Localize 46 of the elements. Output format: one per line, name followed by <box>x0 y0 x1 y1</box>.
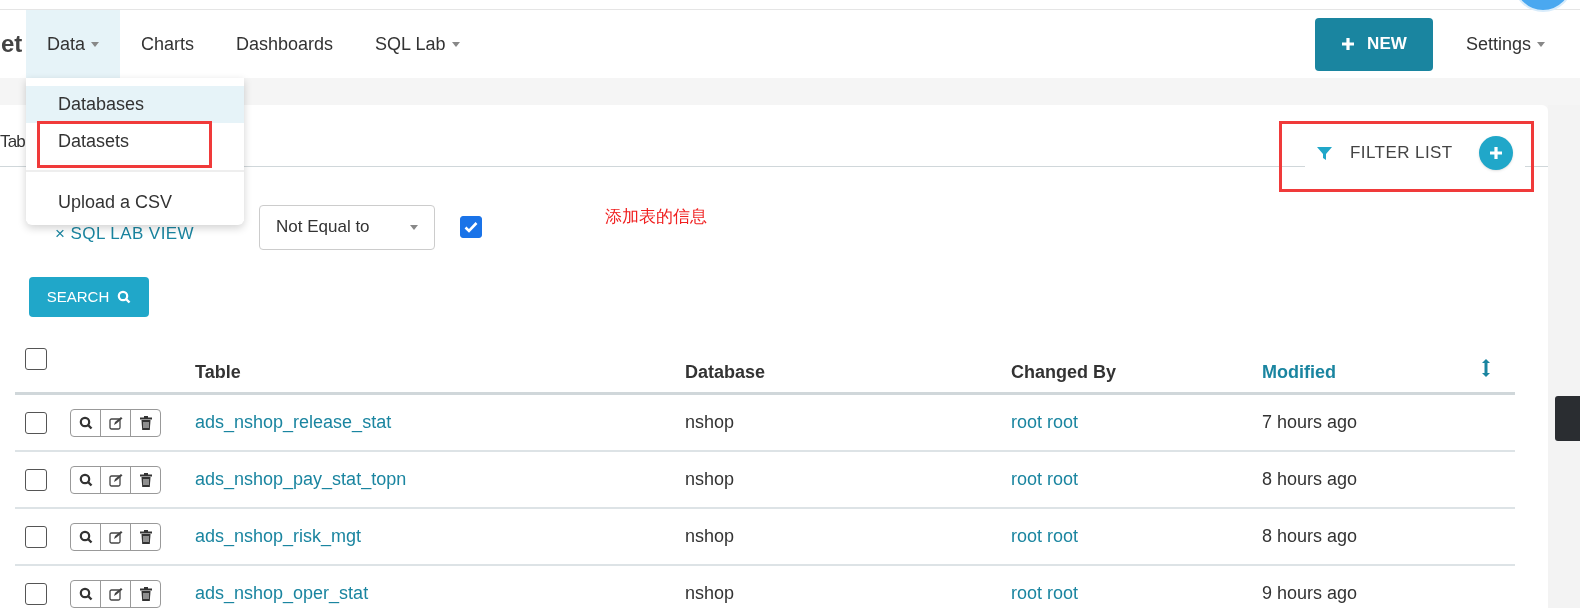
column-header[interactable]: Table <box>195 358 241 386</box>
nav-menu-item[interactable]: Data <box>26 10 121 78</box>
plus-icon <box>1341 37 1356 51</box>
checkbox[interactable] <box>25 525 47 548</box>
settings-menu[interactable]: Settings <box>1465 10 1545 78</box>
dropdown-item[interactable]: Databases <box>26 86 244 123</box>
user-link[interactable]: root root <box>1011 409 1262 436</box>
table-link[interactable]: ads_nshop_oper_stat <box>195 580 685 607</box>
column-header[interactable]: Changed By <box>1011 358 1116 386</box>
table-cell-text: nshop <box>685 525 736 548</box>
table-cell-text: 9 hours ago <box>1262 582 1359 605</box>
dropdown-item[interactable]: Upload a CSV <box>26 184 244 221</box>
search-icon <box>117 290 132 304</box>
sort-icon[interactable] <box>1481 358 1491 378</box>
checkbox[interactable] <box>25 468 47 491</box>
column-header[interactable]: Database <box>685 358 766 386</box>
user-link[interactable]: root root <box>1011 580 1262 607</box>
checkbox[interactable] <box>460 216 482 238</box>
new-button[interactable]: NEW <box>1314 17 1433 71</box>
table-cell-text: nshop <box>685 411 736 434</box>
dropdown-item[interactable]: Datasets <box>26 123 244 160</box>
check-icon <box>464 221 478 233</box>
caret-icon <box>1537 41 1545 47</box>
checkbox[interactable] <box>25 411 47 434</box>
filter-list-label[interactable]: FILTER LIST <box>1350 140 1453 166</box>
table-cell-text: 8 hours ago <box>1262 525 1359 548</box>
tab-label[interactable]: Tab <box>0 128 25 155</box>
table-link[interactable]: ads_nshop_pay_stat_topn <box>195 466 685 493</box>
table-cell-text: 8 hours ago <box>1262 468 1359 491</box>
user-link[interactable]: root root <box>1011 523 1262 550</box>
filter-icon <box>1317 145 1332 161</box>
table-link[interactable]: ads_nshop_risk_mgt <box>195 523 685 550</box>
checkbox[interactable] <box>25 348 47 370</box>
logo-text[interactable]: et <box>1 26 26 62</box>
column-header[interactable]: Modified <box>1262 358 1336 386</box>
table-cell-text: nshop <box>685 582 736 605</box>
table-link[interactable]: ads_nshop_release_stat <box>195 409 685 436</box>
add-filter-button[interactable] <box>1478 136 1513 170</box>
table-cell-text: 7 hours ago <box>1262 411 1359 434</box>
annotation-text: 添加表的信息 <box>605 205 707 228</box>
plus-icon <box>1488 146 1503 160</box>
operator-select[interactable]: Not Equal to <box>259 204 435 250</box>
checkbox[interactable] <box>25 582 47 605</box>
user-link[interactable]: root root <box>1011 466 1262 493</box>
caret-icon <box>410 224 418 230</box>
table-cell-text: nshop <box>685 468 736 491</box>
